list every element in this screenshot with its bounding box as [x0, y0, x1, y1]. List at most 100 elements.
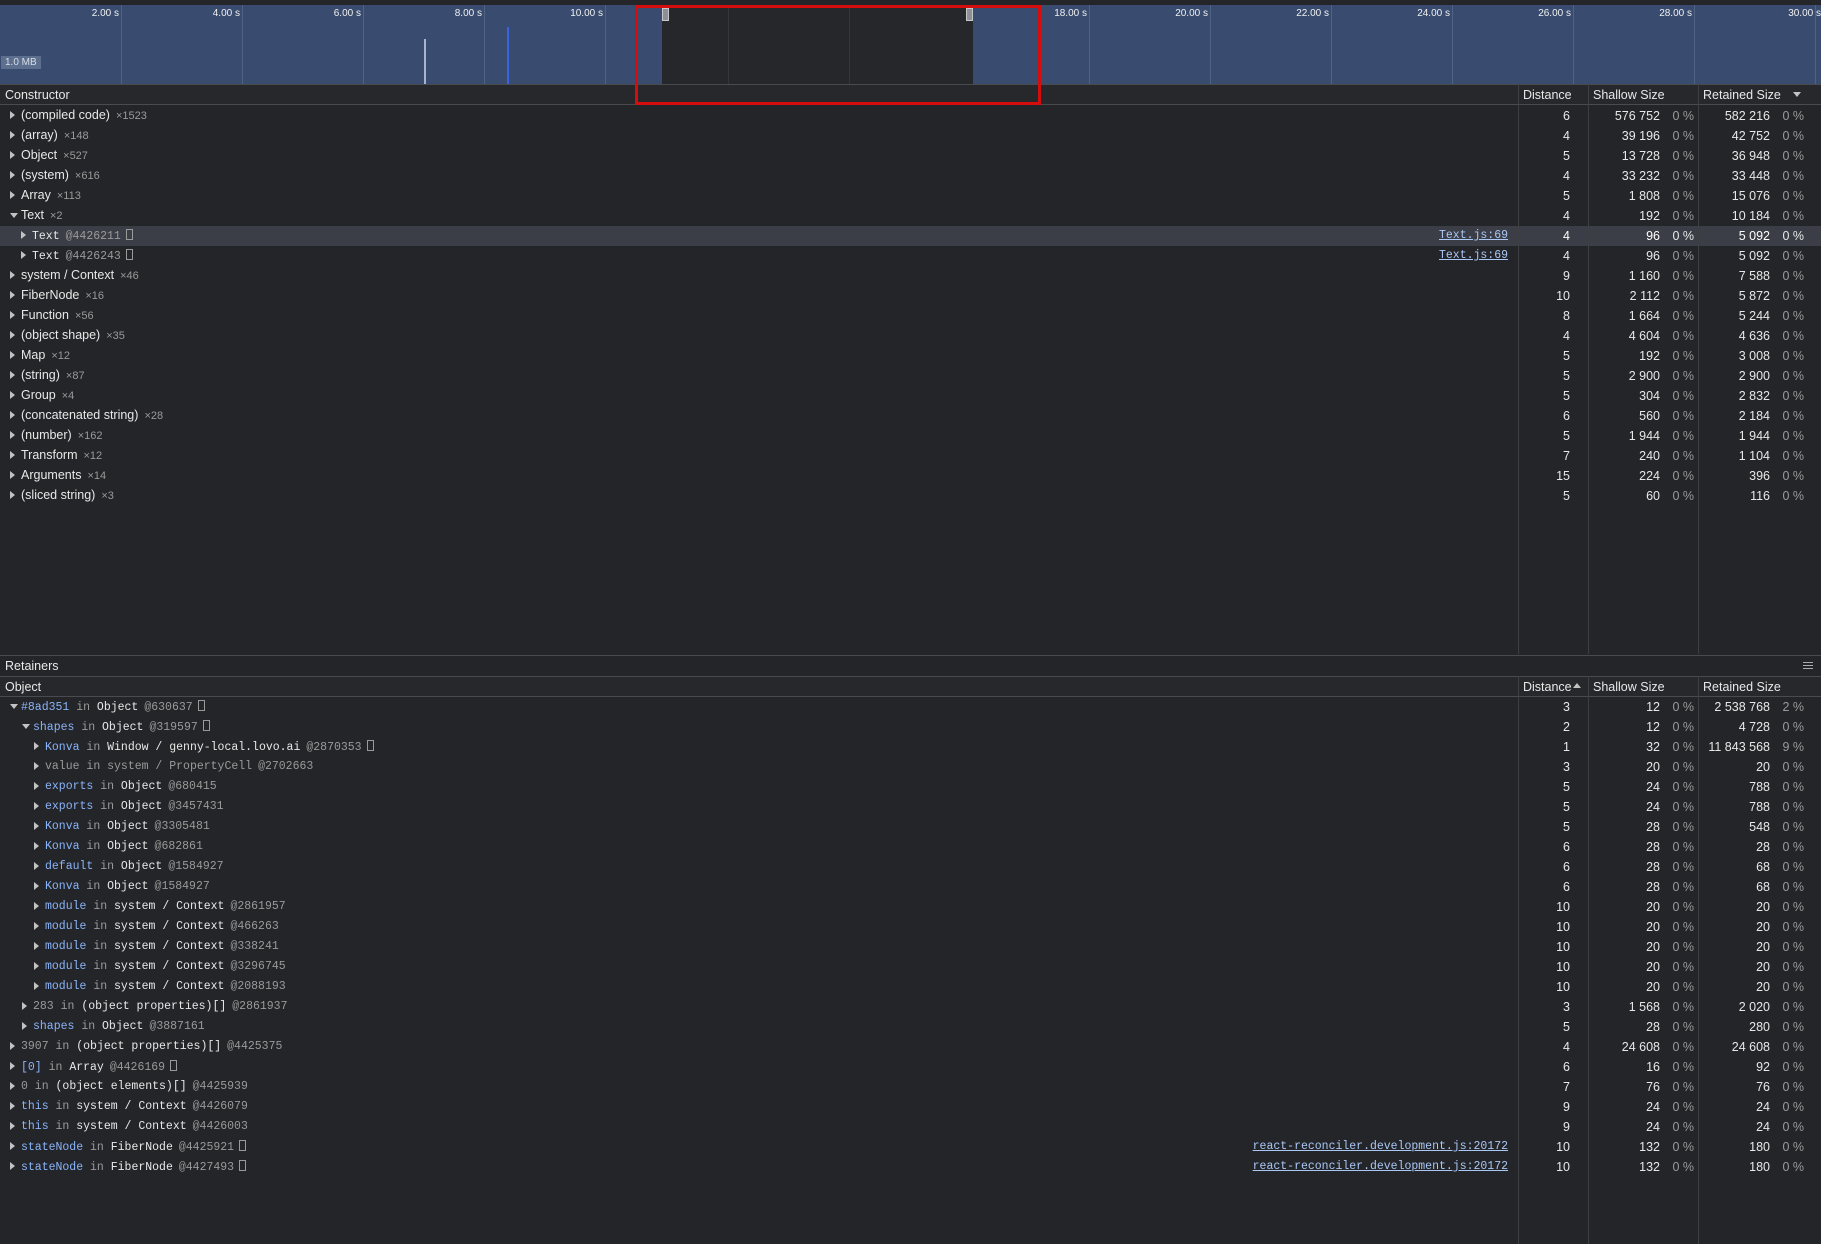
retainer-row[interactable]: module in system / Context @3296745 10 20 0 … [0, 957, 1821, 977]
column-retained-size[interactable]: Retained Size [1703, 680, 1781, 694]
expand-closed-icon[interactable] [10, 331, 15, 339]
expand-closed-icon[interactable] [21, 251, 26, 259]
retainer-row[interactable]: 0 in (object elements)[] @4425939 7 76 0 % 76… [0, 1077, 1821, 1097]
column-shallow-size[interactable]: Shallow Size [1593, 88, 1665, 102]
retainer-row[interactable]: shapes in Object @319597 2 12 0 % 4 728 0 % [0, 717, 1821, 737]
expand-closed-icon[interactable] [10, 151, 15, 159]
source-link[interactable]: Text.js:69 [1439, 249, 1508, 262]
column-shallow-size[interactable]: Shallow Size [1593, 680, 1665, 694]
expand-closed-icon[interactable] [10, 131, 15, 139]
constructor-row[interactable]: Group ×4 5 304 0 % 2 832 0 % [0, 386, 1821, 406]
retainer-row[interactable]: Konva in Object @1584927 6 28 0 % 68 0 % [0, 877, 1821, 897]
expand-closed-icon[interactable] [22, 1022, 27, 1030]
expand-closed-icon[interactable] [34, 882, 39, 890]
expand-closed-icon[interactable] [34, 962, 39, 970]
retainer-row[interactable]: value in system / PropertyCell @2702663 3 2… [0, 757, 1821, 777]
constructor-row[interactable]: system / Context ×46 9 1 160 0 % 7 588 0 % [0, 266, 1821, 286]
retainer-row[interactable]: Konva in Window / genny-local.lovo.ai @28… [0, 737, 1821, 757]
expand-closed-icon[interactable] [10, 1122, 15, 1130]
expand-closed-icon[interactable] [10, 451, 15, 459]
expand-closed-icon[interactable] [10, 491, 15, 499]
constructor-row[interactable]: (sliced string) ×3 5 60 0 % 116 0 % [0, 486, 1821, 506]
column-retained-size[interactable]: Retained Size [1703, 88, 1781, 102]
expand-closed-icon[interactable] [21, 231, 26, 239]
retainer-row[interactable]: exports in Object @680415 5 24 0 % 788 0 % [0, 777, 1821, 797]
retainer-row[interactable]: [0] in Array @4426169 6 16 0 % 92 0 % [0, 1057, 1821, 1077]
expand-closed-icon[interactable] [10, 191, 15, 199]
expand-closed-icon[interactable] [34, 982, 39, 990]
expand-closed-icon[interactable] [10, 1142, 15, 1150]
expand-closed-icon[interactable] [10, 1062, 15, 1070]
store-as-global-icon[interactable] [202, 720, 210, 731]
constructor-row[interactable]: Function ×56 8 1 664 0 % 5 244 0 % [0, 306, 1821, 326]
expand-closed-icon[interactable] [10, 1102, 15, 1110]
expand-closed-icon[interactable] [10, 471, 15, 479]
store-as-global-icon[interactable] [239, 1140, 247, 1151]
expand-closed-icon[interactable] [10, 1042, 15, 1050]
expand-closed-icon[interactable] [34, 782, 39, 790]
source-link[interactable]: react-reconciler.development.js:20172 [1253, 1160, 1508, 1173]
retainer-row[interactable]: shapes in Object @3887161 5 28 0 % 280 0 % [0, 1017, 1821, 1037]
column-object[interactable]: Object [5, 680, 41, 694]
expand-closed-icon[interactable] [10, 171, 15, 179]
constructor-row[interactable]: (object shape) ×35 4 4 604 0 % 4 636 0 % [0, 326, 1821, 346]
constructor-row[interactable]: Map ×12 5 192 0 % 3 008 0 % [0, 346, 1821, 366]
constructor-row[interactable]: (string) ×87 5 2 900 0 % 2 900 0 % [0, 366, 1821, 386]
constructor-row[interactable]: (number) ×162 5 1 944 0 % 1 944 0 % [0, 426, 1821, 446]
source-link[interactable]: react-reconciler.development.js:20172 [1253, 1140, 1508, 1153]
constructor-row[interactable]: Array ×113 5 1 808 0 % 15 076 0 % [0, 186, 1821, 206]
expand-closed-icon[interactable] [34, 742, 39, 750]
retainer-row[interactable]: 283 in (object properties)[] @2861937 3 1 5… [0, 997, 1821, 1017]
expand-closed-icon[interactable] [10, 411, 15, 419]
panel-menu-icon[interactable] [1803, 662, 1813, 669]
expand-closed-icon[interactable] [34, 822, 39, 830]
expand-closed-icon[interactable] [34, 862, 39, 870]
retainer-row[interactable]: exports in Object @3457431 5 24 0 % 788 0 % [0, 797, 1821, 817]
retainer-row[interactable]: module in system / Context @466263 10 20 0 %… [0, 917, 1821, 937]
constructor-row[interactable]: Object ×527 5 13 728 0 % 36 948 0 % [0, 146, 1821, 166]
retainer-row[interactable]: Konva in Object @3305481 5 28 0 % 548 0 % [0, 817, 1821, 837]
constructor-row[interactable]: Text ×2 4 192 0 % 10 184 0 % [0, 206, 1821, 226]
expand-closed-icon[interactable] [10, 271, 15, 279]
expand-closed-icon[interactable] [34, 942, 39, 950]
constructor-row[interactable]: FiberNode ×16 10 2 112 0 % 5 872 0 % [0, 286, 1821, 306]
retainer-row[interactable]: #8ad351 in Object @630637 3 12 0 % 2 538 768 2… [0, 697, 1821, 717]
retainer-row[interactable]: module in system / Context @2861957 10 20 0 … [0, 897, 1821, 917]
expand-open-icon[interactable] [10, 704, 18, 709]
instance-row[interactable]: Text.js:69 Text @4426211 4 96 0 % 5 092 0 % [0, 226, 1821, 246]
constructor-row[interactable]: Transform ×12 7 240 0 % 1 104 0 % [0, 446, 1821, 466]
expand-closed-icon[interactable] [10, 111, 15, 119]
instance-row[interactable]: Text.js:69 Text @4426243 4 96 0 % 5 092 0 % [0, 246, 1821, 266]
store-as-global-icon[interactable] [197, 700, 205, 711]
column-distance[interactable]: Distance [1523, 88, 1572, 102]
expand-closed-icon[interactable] [10, 311, 15, 319]
store-as-global-icon[interactable] [366, 740, 374, 751]
retainer-row[interactable]: Konva in Object @682861 6 28 0 % 28 0 % [0, 837, 1821, 857]
expand-closed-icon[interactable] [22, 1002, 27, 1010]
retainer-row[interactable]: stateNode in FiberNode @4425921 react-reco… [0, 1137, 1821, 1157]
constructor-row[interactable]: (concatenated string) ×28 6 560 0 % 2 184 0 % [0, 406, 1821, 426]
expand-closed-icon[interactable] [34, 802, 39, 810]
retainer-row[interactable]: default in Object @1584927 6 28 0 % 68 0 % [0, 857, 1821, 877]
retainer-row[interactable]: this in system / Context @4426079 9 24 0 % 24… [0, 1097, 1821, 1117]
expand-closed-icon[interactable] [34, 762, 39, 770]
column-distance[interactable]: Distance [1523, 680, 1572, 694]
expand-closed-icon[interactable] [34, 922, 39, 930]
constructor-row[interactable]: (system) ×616 4 33 232 0 % 33 448 0 % [0, 166, 1821, 186]
store-as-global-icon[interactable] [170, 1060, 178, 1071]
expand-open-icon[interactable] [10, 213, 18, 218]
expand-closed-icon[interactable] [10, 291, 15, 299]
expand-closed-icon[interactable] [10, 431, 15, 439]
expand-closed-icon[interactable] [10, 351, 15, 359]
column-constructor[interactable]: Constructor [5, 88, 70, 102]
source-link[interactable]: Text.js:69 [1439, 229, 1508, 242]
expand-closed-icon[interactable] [10, 1082, 15, 1090]
expand-closed-icon[interactable] [10, 1162, 15, 1170]
expand-closed-icon[interactable] [34, 902, 39, 910]
retainer-row[interactable]: module in system / Context @338241 10 20 0 %… [0, 937, 1821, 957]
expand-closed-icon[interactable] [10, 391, 15, 399]
expand-open-icon[interactable] [22, 724, 30, 729]
retainer-row[interactable]: stateNode in FiberNode @4427493 react-reco… [0, 1157, 1821, 1177]
retainer-row[interactable]: module in system / Context @2088193 10 20 0 … [0, 977, 1821, 997]
retainer-row[interactable]: this in system / Context @4426003 9 24 0 % 24… [0, 1117, 1821, 1137]
